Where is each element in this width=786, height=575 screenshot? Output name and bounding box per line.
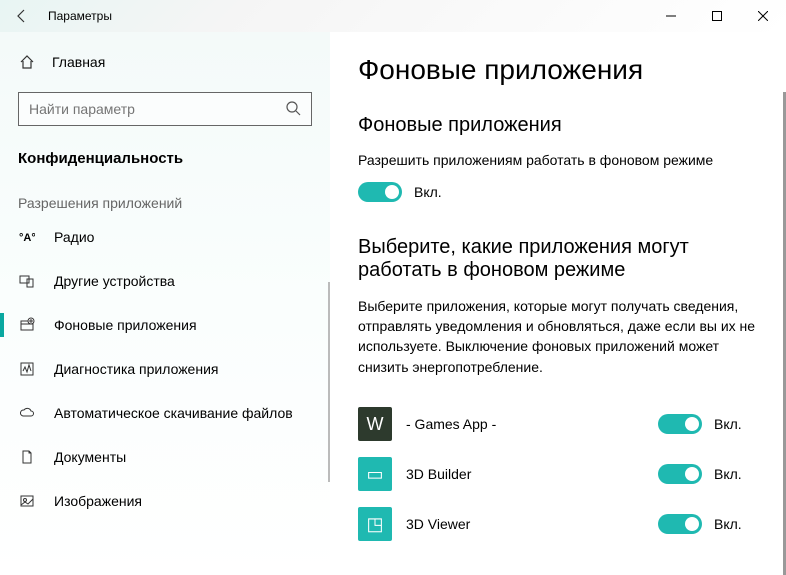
app-icon-3d-builder: ▭ <box>358 457 392 491</box>
minimize-button[interactable] <box>648 0 694 32</box>
master-toggle-label: Вкл. <box>414 184 442 200</box>
sidebar-item-label: Другие устройства <box>54 273 175 289</box>
app-row: W - Games App - Вкл. <box>358 399 758 449</box>
radio-icon: °A° <box>18 230 36 244</box>
close-button[interactable] <box>740 0 786 32</box>
app-toggle-label: Вкл. <box>714 416 742 432</box>
app-toggle-label: Вкл. <box>714 516 742 532</box>
maximize-button[interactable] <box>694 0 740 32</box>
home-label: Главная <box>52 54 105 70</box>
home-link[interactable]: Главная <box>0 46 330 78</box>
section2-description: Выберите приложения, которые могут получ… <box>358 296 758 377</box>
app-toggle-label: Вкл. <box>714 466 742 482</box>
sidebar: Главная Конфиденциальность Разрешения пр… <box>0 32 330 575</box>
sidebar-item-label: Радио <box>54 229 94 245</box>
app-name: 3D Builder <box>406 466 644 482</box>
search-box[interactable] <box>18 92 312 126</box>
sidebar-item-images[interactable]: Изображения <box>0 479 330 523</box>
sidebar-item-auto-downloads[interactable]: Автоматическое скачивание файлов <box>0 391 330 435</box>
back-button[interactable] <box>8 2 36 30</box>
images-icon <box>18 493 36 509</box>
section1-subtitle: Разрешить приложениям работать в фоновом… <box>358 151 758 170</box>
app-toggle[interactable] <box>658 514 702 534</box>
cloud-download-icon <box>18 405 36 421</box>
app-name: 3D Viewer <box>406 516 644 532</box>
sidebar-item-background-apps[interactable]: Фоновые приложения <box>0 303 330 347</box>
category-heading: Конфиденциальность <box>0 144 330 187</box>
sidebar-item-app-diagnostics[interactable]: Диагностика приложения <box>0 347 330 391</box>
app-icon-games: W <box>358 407 392 441</box>
sidebar-item-other-devices[interactable]: Другие устройства <box>0 259 330 303</box>
sidebar-item-label: Документы <box>54 449 126 465</box>
app-toggle[interactable] <box>658 464 702 484</box>
master-toggle[interactable] <box>358 182 402 202</box>
sidebar-item-label: Изображения <box>54 493 142 509</box>
devices-icon <box>18 273 36 289</box>
app-toggle[interactable] <box>658 414 702 434</box>
app-icon-3d-viewer: ◳ <box>358 507 392 541</box>
diagnostics-icon <box>18 361 36 377</box>
group-label: Разрешения приложений <box>0 187 330 215</box>
main-panel: Фоновые приложения Фоновые приложения Ра… <box>330 32 786 575</box>
documents-icon <box>18 449 36 465</box>
window-title: Параметры <box>48 9 112 23</box>
home-icon <box>18 54 36 70</box>
sidebar-item-label: Автоматическое скачивание файлов <box>54 405 293 421</box>
app-name: - Games App - <box>406 416 644 432</box>
page-heading: Фоновые приложения <box>358 54 758 86</box>
titlebar: Параметры <box>0 0 786 32</box>
sidebar-item-label: Фоновые приложения <box>54 317 197 333</box>
background-apps-icon <box>18 317 36 333</box>
section1-title: Фоновые приложения <box>358 114 758 137</box>
sidebar-item-label: Диагностика приложения <box>54 361 218 377</box>
app-row: ▭ 3D Builder Вкл. <box>358 449 758 499</box>
svg-text:°A°: °A° <box>19 232 35 244</box>
search-icon <box>285 100 301 119</box>
sidebar-item-radio[interactable]: °A° Радио <box>0 215 330 259</box>
sidebar-item-documents[interactable]: Документы <box>0 435 330 479</box>
search-input[interactable] <box>29 101 285 117</box>
app-row: ◳ 3D Viewer Вкл. <box>358 499 758 549</box>
section2-title: Выберите, какие приложения могут работат… <box>358 236 758 282</box>
